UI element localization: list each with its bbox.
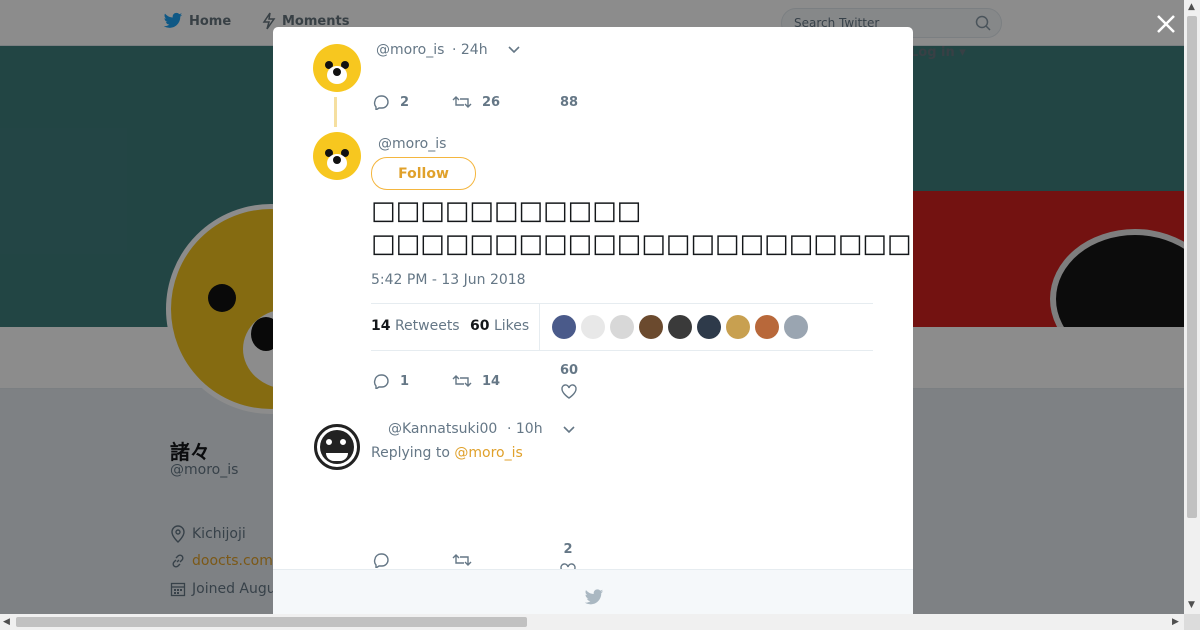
vertical-scrollbar[interactable]: ▲ ▼ bbox=[1184, 0, 1200, 614]
reply-icon bbox=[373, 553, 389, 568]
reply-count: 1 bbox=[400, 373, 410, 389]
avatar-nose bbox=[333, 68, 341, 76]
main-tweet-actions: 1 14 60 bbox=[372, 363, 578, 399]
likes-stat-label: Likes bbox=[493, 318, 530, 334]
scroll-right-arrow[interactable]: ▶ bbox=[1172, 617, 1179, 627]
liker-avatar[interactable] bbox=[639, 315, 663, 339]
prev-tweet-handle[interactable]: @moro_is bbox=[376, 42, 444, 58]
scroll-up-arrow[interactable]: ▲ bbox=[1188, 2, 1195, 12]
horizontal-scrollbar[interactable]: ◀ ▶ bbox=[0, 614, 1184, 630]
reply-tweet-avatar[interactable] bbox=[314, 424, 360, 470]
retweets-stat-label: Retweets bbox=[394, 318, 460, 334]
main-tweet-handle[interactable]: @moro_is bbox=[378, 136, 446, 152]
scrollbar-corner bbox=[1184, 614, 1200, 630]
reply-count: 2 bbox=[400, 94, 410, 110]
liker-avatar[interactable] bbox=[552, 315, 576, 339]
twitter-bird-icon bbox=[584, 589, 604, 605]
liker-avatars bbox=[552, 315, 808, 339]
retweet-icon bbox=[452, 375, 472, 387]
vertical-scroll-thumb[interactable] bbox=[1187, 16, 1197, 518]
reply-icon bbox=[373, 374, 389, 389]
tweet-text: □□□□□□□□□□□ □□□□□□□□□□□□□□□□□□□□□□□□□□□□… bbox=[371, 195, 913, 261]
tweet-modal: @moro_is · 24h 2 26 88 @moro_is Follow □… bbox=[273, 27, 913, 614]
reply-tweet-time[interactable]: · 10h bbox=[507, 421, 543, 437]
retweet-button[interactable]: 26 bbox=[452, 94, 560, 110]
avatar-eye bbox=[337, 436, 349, 448]
prev-tweet-handle-text: @moro_is bbox=[376, 42, 445, 58]
tweet-stats: 14 Retweets 60 Likes bbox=[371, 303, 873, 351]
retweet-icon bbox=[452, 96, 472, 108]
prev-tweet-actions: 2 26 88 bbox=[372, 94, 578, 110]
retweets-stat-count: 14 bbox=[371, 318, 391, 334]
liker-avatar[interactable] bbox=[784, 315, 808, 339]
chevron-down-icon[interactable] bbox=[507, 45, 521, 55]
like-button[interactable]: 88 bbox=[560, 95, 578, 110]
like-button[interactable]: 60 bbox=[560, 363, 578, 399]
profile-page: Home Moments Search Twitter Log in ▾ 諸々 … bbox=[0, 0, 1184, 614]
tweet-timestamp[interactable]: 5:42 PM - 13 Jun 2018 bbox=[371, 272, 526, 288]
avatar-eye bbox=[323, 436, 335, 448]
likes-stat[interactable]: 60 Likes bbox=[470, 318, 529, 334]
liker-avatar[interactable] bbox=[610, 315, 634, 339]
prev-tweet-time[interactable]: · 24h bbox=[452, 42, 488, 58]
retweet-count: 26 bbox=[482, 94, 501, 110]
like-count: 88 bbox=[560, 94, 579, 110]
reply-tweet-handle[interactable]: @Kannatsuki00 bbox=[388, 421, 497, 437]
retweet-button[interactable] bbox=[452, 552, 560, 568]
scroll-left-arrow[interactable]: ◀ bbox=[3, 617, 10, 627]
chevron-down-icon[interactable] bbox=[562, 425, 576, 435]
retweet-button[interactable]: 14 bbox=[452, 373, 560, 389]
reply-button[interactable]: 1 bbox=[372, 373, 452, 389]
replying-to: Replying to @moro_is bbox=[371, 445, 523, 461]
main-tweet-avatar[interactable] bbox=[313, 132, 361, 180]
retweet-icon bbox=[452, 554, 472, 566]
reply-icon bbox=[373, 95, 389, 110]
tweet-text-line: □□□□□□□□□□□□□□□□□□□□□□□□□□□□□□□□□□□□□□□□… bbox=[371, 229, 913, 259]
like-count: 60 bbox=[560, 363, 579, 378]
avatar-nose bbox=[333, 156, 341, 164]
liker-avatar[interactable] bbox=[668, 315, 692, 339]
prev-tweet-avatar[interactable] bbox=[313, 44, 361, 92]
retweet-count: 14 bbox=[482, 373, 501, 389]
replying-to-prefix: Replying to bbox=[371, 445, 455, 461]
liker-avatar[interactable] bbox=[755, 315, 779, 339]
likes-stat-count: 60 bbox=[470, 318, 490, 334]
horizontal-scroll-thumb[interactable] bbox=[16, 617, 527, 627]
liker-avatar[interactable] bbox=[726, 315, 750, 339]
retweets-stat[interactable]: 14 Retweets bbox=[371, 318, 460, 334]
reply-button[interactable]: 2 bbox=[372, 94, 452, 110]
reply-button[interactable] bbox=[372, 552, 452, 568]
liker-avatar[interactable] bbox=[697, 315, 721, 339]
heart-icon bbox=[561, 384, 577, 399]
stats-divider bbox=[539, 304, 540, 350]
replying-to-link[interactable]: @moro_is bbox=[454, 445, 522, 461]
close-icon[interactable] bbox=[1154, 12, 1178, 36]
like-count: 2 bbox=[563, 542, 573, 557]
scroll-down-arrow[interactable]: ▼ bbox=[1188, 600, 1195, 610]
tweet-text-line: □□□□□□□□□□□ bbox=[371, 196, 642, 226]
follow-button[interactable]: Follow bbox=[371, 157, 476, 190]
modal-footer bbox=[273, 569, 913, 614]
thread-connector bbox=[334, 97, 337, 127]
liker-avatar[interactable] bbox=[581, 315, 605, 339]
